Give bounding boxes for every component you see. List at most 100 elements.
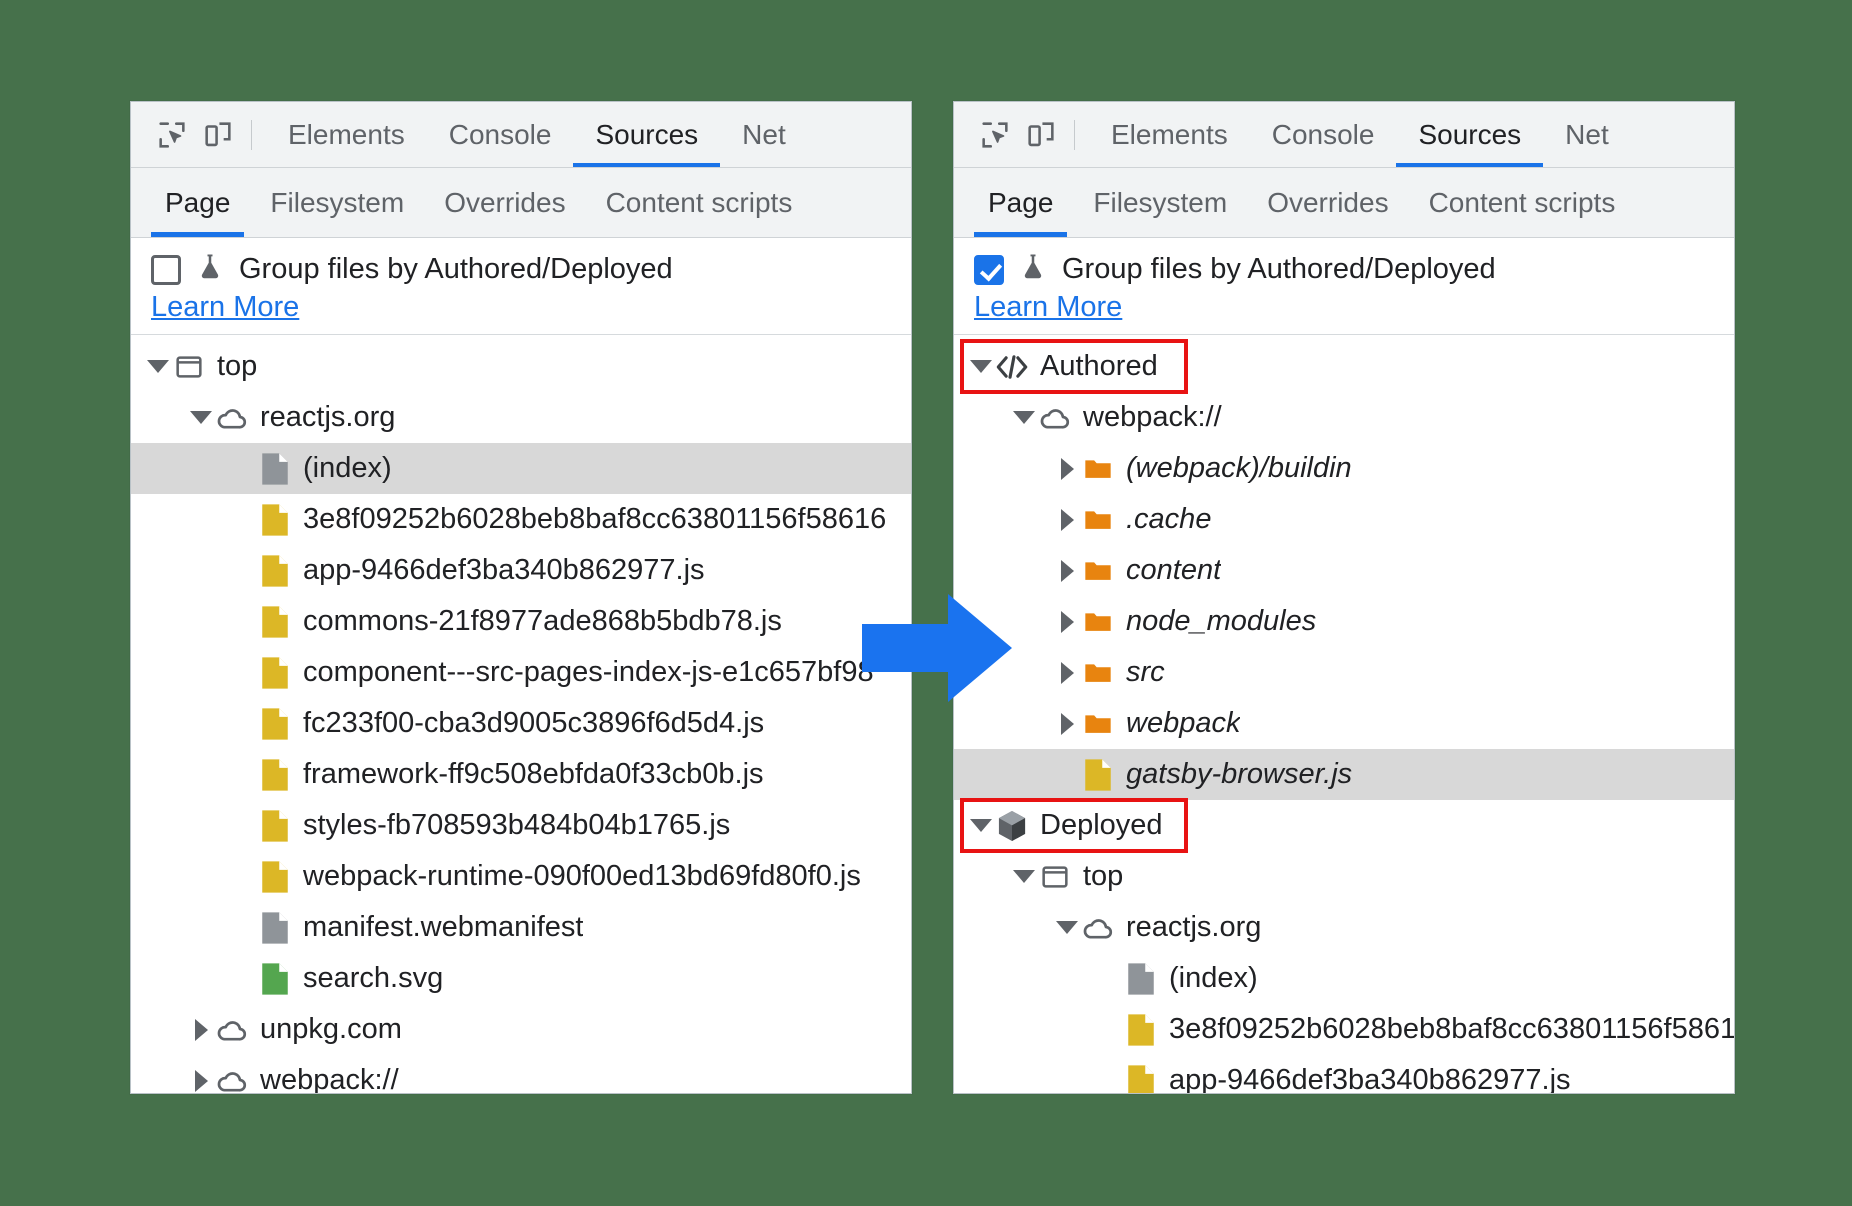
tree-row[interactable]: (index) xyxy=(954,953,1734,1004)
chevron-down-icon[interactable] xyxy=(145,360,171,373)
tree-row[interactable]: unpkg.com xyxy=(131,1004,911,1055)
devtools-panel-after: Elements Console Sources Net Page Filesy… xyxy=(953,101,1735,1094)
group-files-row: Group files by Authored/Deployed xyxy=(974,252,1734,287)
cloud-icon xyxy=(214,1013,250,1047)
chevron-right-icon[interactable] xyxy=(1054,713,1080,735)
device-toolbar-icon[interactable] xyxy=(195,112,241,158)
tab-console[interactable]: Console xyxy=(1250,102,1397,167)
tree-row[interactable]: 3e8f09252b6028beb8baf8cc63801156f58616 xyxy=(131,494,911,545)
inspect-element-icon[interactable] xyxy=(972,112,1018,158)
subtab-content-scripts[interactable]: Content scripts xyxy=(586,168,813,237)
tree-row-label: node_modules xyxy=(1126,605,1316,638)
subtab-filesystem[interactable]: Filesystem xyxy=(250,168,424,237)
tree-row[interactable]: top xyxy=(131,341,911,392)
file-tree-after[interactable]: Authored webpack://(webpack)/buildin.cach… xyxy=(954,335,1734,1093)
tree-row[interactable]: manifest.webmanifest xyxy=(131,902,911,953)
tree-row[interactable]: webpack-runtime-090f00ed13bd69fd80f0.js xyxy=(131,851,911,902)
tree-row[interactable]: app-9466def3ba340b862977.js xyxy=(954,1055,1734,1093)
tree-row[interactable]: webpack xyxy=(954,698,1734,749)
learn-more-link[interactable]: Learn More xyxy=(151,291,299,324)
tree-row[interactable]: reactjs.org xyxy=(131,392,911,443)
tree-row[interactable]: top xyxy=(954,851,1734,902)
chevron-down-icon[interactable] xyxy=(1011,411,1037,424)
tree-row[interactable]: fc233f00-cba3d9005c3896f6d5d4.js xyxy=(131,698,911,749)
chevron-right-icon[interactable] xyxy=(1054,509,1080,531)
subtab-label: Page xyxy=(165,187,230,219)
subtab-page[interactable]: Page xyxy=(145,168,250,237)
tree-row-label: Authored xyxy=(1040,350,1158,383)
cloud-icon xyxy=(1080,911,1116,945)
tree-row[interactable]: (index) xyxy=(131,443,911,494)
chevron-right-icon[interactable] xyxy=(188,1019,214,1041)
group-files-label: Group files by Authored/Deployed xyxy=(1062,253,1496,286)
folder-icon xyxy=(1080,657,1116,689)
file-gray-icon xyxy=(257,452,293,486)
tree-row[interactable]: commons-21f8977ade868b5bdb78.js xyxy=(131,596,911,647)
file-green-icon xyxy=(257,962,293,996)
tree-row[interactable]: component---src-pages-index-js-e1c657bf9… xyxy=(131,647,911,698)
chevron-down-icon[interactable] xyxy=(1011,870,1037,883)
chevron-right-icon[interactable] xyxy=(1054,458,1080,480)
tree-row[interactable]: webpack:// xyxy=(954,392,1734,443)
file-yellow-icon xyxy=(1080,758,1116,792)
chevron-right-icon[interactable] xyxy=(1054,611,1080,633)
tab-network[interactable]: Net xyxy=(720,102,808,167)
flask-icon xyxy=(195,252,225,287)
tab-console[interactable]: Console xyxy=(427,102,574,167)
tree-row[interactable]: search.svg xyxy=(131,953,911,1004)
tree-row[interactable]: 3e8f09252b6028beb8baf8cc63801156f5861 xyxy=(954,1004,1734,1055)
subtab-content-scripts[interactable]: Content scripts xyxy=(1409,168,1636,237)
tab-sources[interactable]: Sources xyxy=(1396,102,1543,167)
group-files-bar: Group files by Authored/Deployed Learn M… xyxy=(954,238,1734,335)
chevron-down-icon[interactable] xyxy=(1054,921,1080,934)
tree-row-label: unpkg.com xyxy=(260,1013,402,1046)
tree-row-label: component---src-pages-index-js-e1c657bf9… xyxy=(303,656,874,689)
tree-row-label: (index) xyxy=(303,452,392,485)
tree-row[interactable]: src xyxy=(954,647,1734,698)
folder-icon xyxy=(1080,606,1116,638)
tree-row-label: 3e8f09252b6028beb8baf8cc63801156f58616 xyxy=(303,503,886,536)
chevron-down-icon[interactable] xyxy=(968,360,994,373)
tree-row[interactable]: styles-fb708593b484b04b1765.js xyxy=(131,800,911,851)
tree-row[interactable]: webpack:// xyxy=(131,1055,911,1093)
file-tree-before[interactable]: topreactjs.org (index) 3e8f09252b6028beb8b… xyxy=(131,335,911,1093)
frame-icon xyxy=(1037,861,1073,893)
tree-row[interactable]: app-9466def3ba340b862977.js xyxy=(131,545,911,596)
tree-row-label: top xyxy=(1083,860,1123,893)
tree-row[interactable]: content xyxy=(954,545,1734,596)
subtab-label: Filesystem xyxy=(1093,187,1227,219)
tree-row-label: fc233f00-cba3d9005c3896f6d5d4.js xyxy=(303,707,764,740)
tree-row[interactable]: node_modules xyxy=(954,596,1734,647)
tree-row[interactable]: Authored xyxy=(954,341,1734,392)
tree-row[interactable]: .cache xyxy=(954,494,1734,545)
device-toolbar-icon[interactable] xyxy=(1018,112,1064,158)
learn-more-link[interactable]: Learn More xyxy=(974,291,1122,324)
tree-row-label: manifest.webmanifest xyxy=(303,911,583,944)
tree-row[interactable]: gatsby-browser.js xyxy=(954,749,1734,800)
group-files-checkbox[interactable] xyxy=(974,255,1004,285)
chevron-down-icon[interactable] xyxy=(968,819,994,832)
subtab-page[interactable]: Page xyxy=(968,168,1073,237)
tree-row[interactable]: (webpack)/buildin xyxy=(954,443,1734,494)
tree-row[interactable]: reactjs.org xyxy=(954,902,1734,953)
subtab-overrides[interactable]: Overrides xyxy=(424,168,585,237)
chevron-right-icon[interactable] xyxy=(1054,560,1080,582)
right-arrow-icon xyxy=(862,588,1012,708)
tab-elements[interactable]: Elements xyxy=(266,102,427,167)
tab-sources[interactable]: Sources xyxy=(573,102,720,167)
subtab-overrides[interactable]: Overrides xyxy=(1247,168,1408,237)
subtab-filesystem[interactable]: Filesystem xyxy=(1073,168,1247,237)
tab-elements[interactable]: Elements xyxy=(1089,102,1250,167)
group-files-checkbox[interactable] xyxy=(151,255,181,285)
file-gray-icon xyxy=(1123,962,1159,996)
chevron-right-icon[interactable] xyxy=(188,1070,214,1092)
inspect-element-icon[interactable] xyxy=(149,112,195,158)
chevron-right-icon[interactable] xyxy=(1054,662,1080,684)
code-icon xyxy=(994,352,1030,382)
chevron-down-icon[interactable] xyxy=(188,411,214,424)
tab-network[interactable]: Net xyxy=(1543,102,1631,167)
tab-label: Sources xyxy=(1418,119,1521,151)
cloud-icon xyxy=(1037,401,1073,435)
tree-row[interactable]: framework-ff9c508ebfda0f33cb0b.js xyxy=(131,749,911,800)
tree-row[interactable]: Deployed xyxy=(954,800,1734,851)
